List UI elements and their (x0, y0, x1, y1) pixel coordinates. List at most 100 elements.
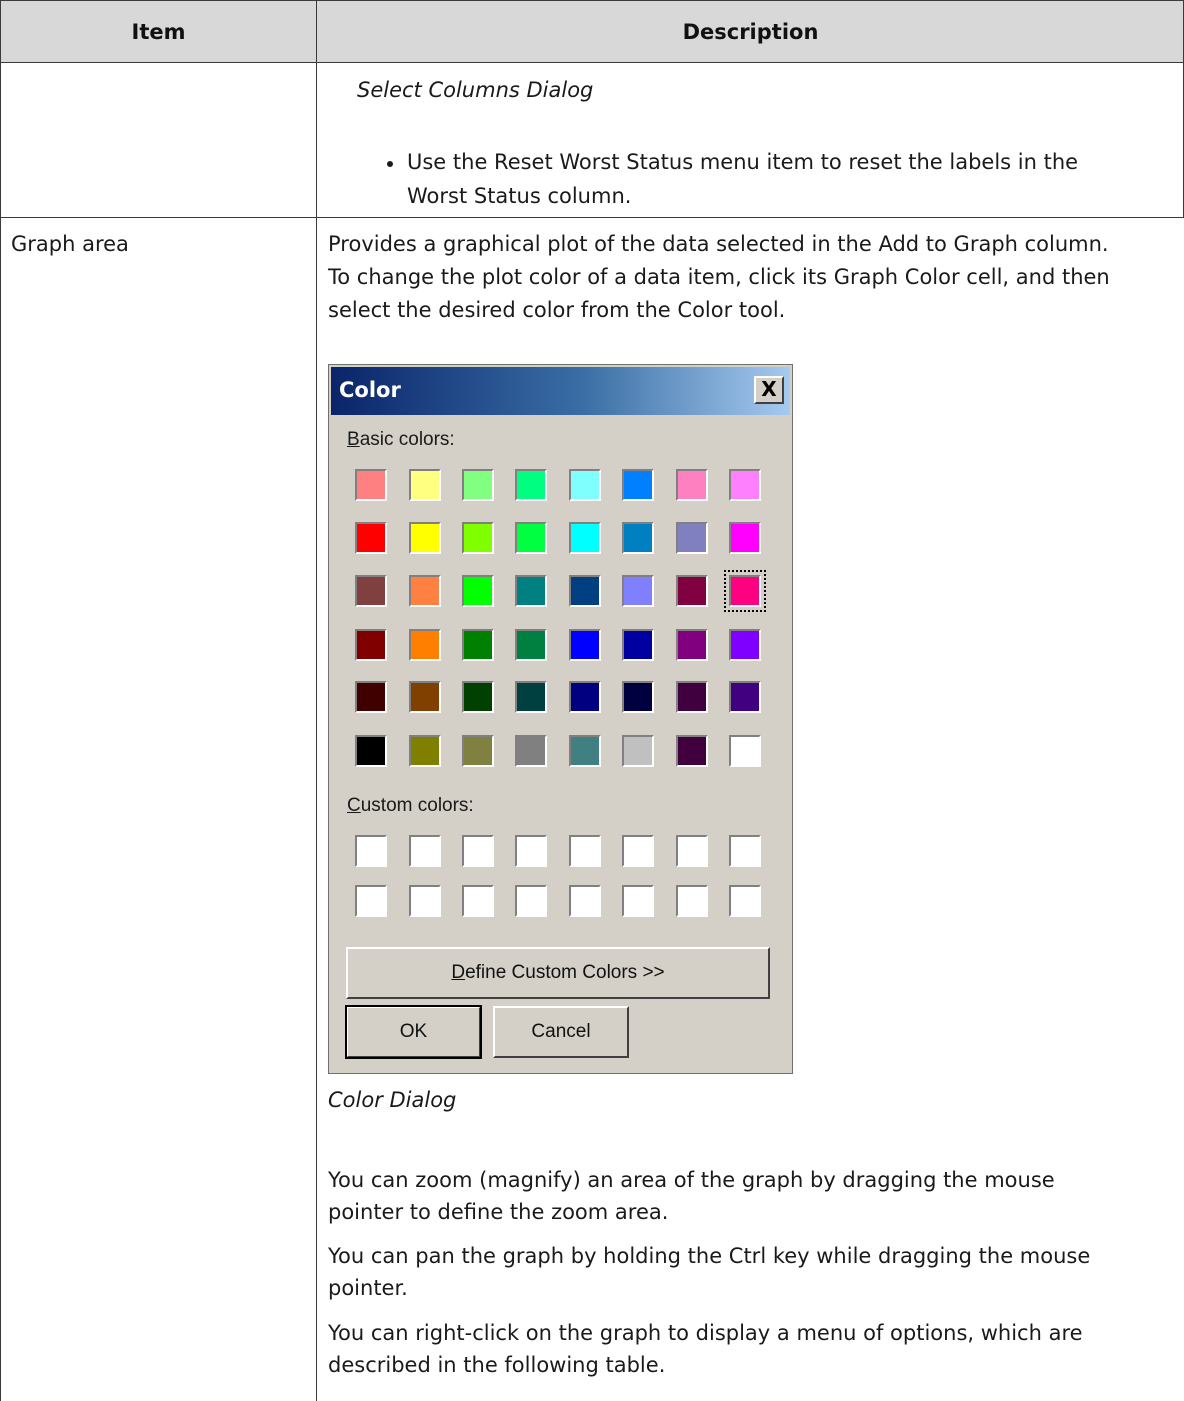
row-divider (0, 217, 1184, 218)
select-columns-caption: Select Columns Dialog (357, 78, 594, 102)
custom-color-swatch[interactable] (515, 835, 547, 867)
basic-color-swatch[interactable] (355, 629, 387, 661)
basic-color-swatch[interactable] (409, 681, 441, 713)
close-icon: X (761, 377, 777, 401)
basic-color-swatch[interactable] (569, 735, 601, 767)
custom-color-swatch[interactable] (409, 835, 441, 867)
description-line-2: To change the plot color of a data item,… (328, 265, 1110, 289)
define-custom-colors-button[interactable]: Define Custom Colors >> (346, 947, 770, 999)
dialog-title-bar[interactable]: Color X (331, 367, 790, 415)
description-line-3: select the desired color from the Color … (328, 298, 786, 322)
basic-colors-label: Basic colors: (347, 429, 455, 451)
basic-color-swatch[interactable] (569, 629, 601, 661)
define-button-label: efine Custom Colors >> (465, 962, 665, 983)
basic-color-swatch-selected[interactable] (724, 570, 766, 612)
menu-text-line-1: You can right-click on the graph to disp… (328, 1321, 1083, 1345)
custom-color-swatch[interactable] (462, 885, 494, 917)
basic-color-swatch[interactable] (355, 575, 387, 607)
table-header-row: Item Description (0, 0, 1184, 62)
basic-color-swatch[interactable] (515, 469, 547, 501)
basic-color-swatch[interactable] (729, 469, 761, 501)
graph-area-item: Graph area (11, 232, 129, 256)
custom-colors-label: Custom colors: (347, 795, 474, 817)
basic-color-swatch[interactable] (622, 575, 654, 607)
custom-colors-hotkey: C (347, 795, 361, 816)
basic-color-swatch[interactable] (409, 575, 441, 607)
basic-color-swatch[interactable] (676, 629, 708, 661)
basic-color-swatch[interactable] (622, 735, 654, 767)
custom-color-swatch[interactable] (676, 885, 708, 917)
column-divider (316, 0, 317, 1401)
basic-color-swatch[interactable] (409, 469, 441, 501)
basic-color-swatch[interactable] (462, 575, 494, 607)
basic-color-swatch[interactable] (729, 681, 761, 713)
basic-color-swatch[interactable] (462, 522, 494, 554)
basic-color-swatch[interactable] (462, 469, 494, 501)
custom-color-swatch[interactable] (729, 885, 761, 917)
cancel-button[interactable]: Cancel (493, 1006, 629, 1058)
basic-color-swatch[interactable] (515, 575, 547, 607)
basic-color-swatch[interactable] (676, 575, 708, 607)
header-item: Item (131, 20, 186, 44)
basic-color-swatch[interactable] (515, 681, 547, 713)
basic-color-swatch[interactable] (676, 681, 708, 713)
close-button[interactable]: X (754, 376, 784, 404)
basic-colors-label-text: asic colors: (359, 429, 455, 450)
basic-color-swatch[interactable] (622, 681, 654, 713)
custom-color-swatch[interactable] (729, 835, 761, 867)
color-dialog-caption: Color Dialog (328, 1088, 457, 1112)
basic-color-swatch[interactable] (676, 735, 708, 767)
pan-text-line-2: pointer. (328, 1276, 408, 1300)
basic-color-swatch[interactable] (409, 629, 441, 661)
basic-color-swatch[interactable] (515, 629, 547, 661)
dialog-title: Color (339, 378, 401, 402)
basic-color-swatch[interactable] (729, 629, 761, 661)
basic-colors-hotkey: B (347, 429, 360, 450)
pan-text-line-1: You can pan the graph by holding the Ctr… (328, 1244, 1091, 1268)
basic-color-swatch[interactable] (622, 522, 654, 554)
basic-color-swatch[interactable] (355, 469, 387, 501)
basic-color-swatch[interactable] (515, 735, 547, 767)
basic-color-swatch[interactable] (462, 735, 494, 767)
zoom-text-line-1: You can zoom (magnify) an area of the gr… (328, 1168, 1055, 1192)
basic-color-swatch[interactable] (515, 522, 547, 554)
basic-color-swatch[interactable] (569, 575, 601, 607)
custom-color-swatch[interactable] (409, 885, 441, 917)
description-line-1: Provides a graphical plot of the data se… (328, 232, 1109, 256)
basic-color-swatch[interactable] (409, 522, 441, 554)
custom-color-swatch[interactable] (355, 885, 387, 917)
bullet-text-continued: Worst Status column. (407, 184, 632, 208)
basic-color-swatch[interactable] (729, 522, 761, 554)
custom-color-swatch[interactable] (355, 835, 387, 867)
custom-color-swatch[interactable] (676, 835, 708, 867)
custom-color-swatch[interactable] (622, 885, 654, 917)
custom-color-swatch[interactable] (569, 885, 601, 917)
basic-color-swatch[interactable] (676, 469, 708, 501)
define-hotkey: D (451, 962, 466, 983)
ok-button[interactable]: OK (345, 1005, 482, 1059)
basic-color-swatch[interactable] (569, 522, 601, 554)
custom-color-swatch[interactable] (462, 835, 494, 867)
table-border-left (0, 0, 1, 1401)
custom-color-swatch[interactable] (569, 835, 601, 867)
basic-color-swatch[interactable] (355, 735, 387, 767)
basic-color-swatch[interactable] (622, 629, 654, 661)
basic-color-swatch[interactable] (569, 469, 601, 501)
menu-text-line-2: described in the following table. (328, 1353, 666, 1377)
basic-color-swatch[interactable] (462, 629, 494, 661)
basic-color-swatch[interactable] (355, 681, 387, 713)
basic-color-swatch[interactable] (409, 735, 441, 767)
basic-color-swatch[interactable] (462, 681, 494, 713)
header-divider (0, 62, 1184, 63)
basic-color-swatch[interactable] (355, 522, 387, 554)
custom-color-swatch[interactable] (622, 835, 654, 867)
custom-color-swatch[interactable] (515, 885, 547, 917)
basic-color-swatch[interactable] (622, 469, 654, 501)
basic-color-swatch[interactable] (729, 735, 761, 767)
bullet-marker (387, 161, 393, 167)
table-border-top (0, 0, 1184, 1)
basic-color-swatch[interactable] (676, 522, 708, 554)
bullet-text: Use the Reset Worst Status menu item to … (407, 150, 1079, 174)
document-table: Item Description Select Columns Dialog U… (0, 0, 1184, 1401)
basic-color-swatch[interactable] (569, 681, 601, 713)
